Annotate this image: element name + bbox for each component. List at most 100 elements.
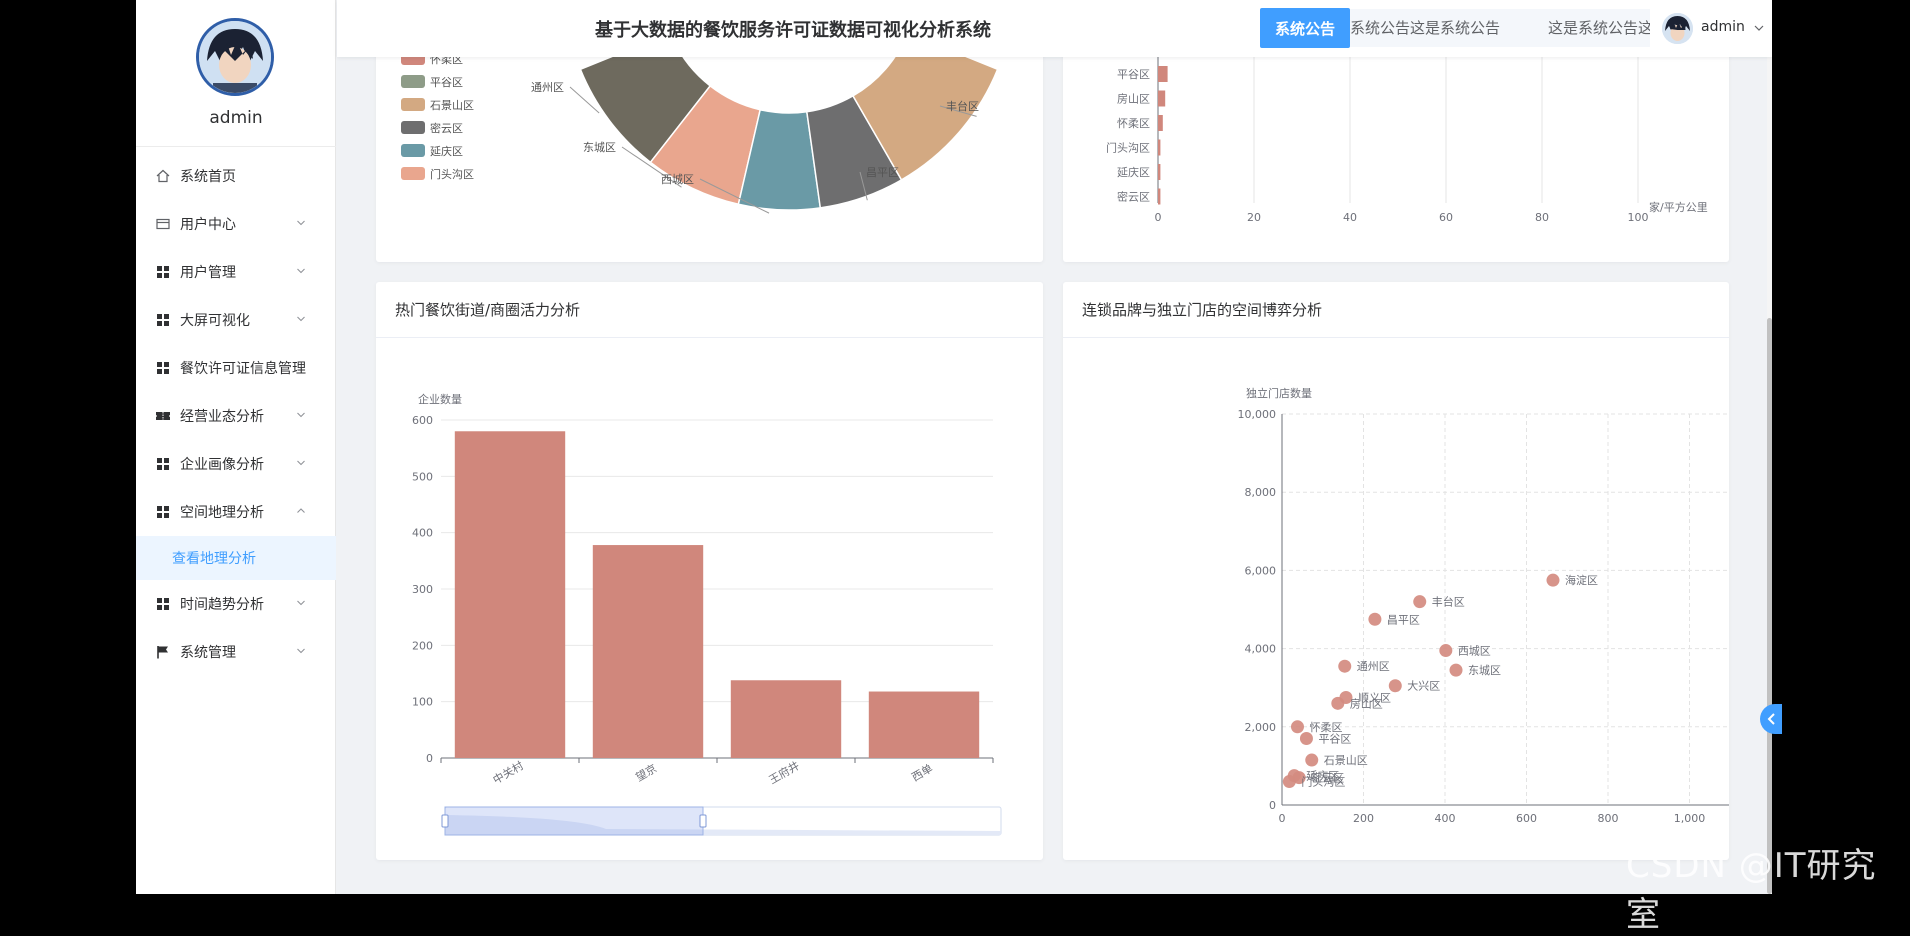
legend-swatch (401, 75, 425, 88)
y-tick-label: 2,000 (1245, 721, 1277, 734)
side-collapse-tab[interactable] (1760, 704, 1782, 734)
grid-icon (154, 455, 172, 473)
sidebar-item-time-trend[interactable]: 时间趋势分析 (136, 580, 336, 628)
user-avatar[interactable] (1662, 13, 1693, 44)
user-name[interactable]: admin (1701, 19, 1745, 35)
y-tick-label: 6,000 (1245, 564, 1277, 577)
card-title: 连锁品牌与独立门店的空间博弈分析 (1063, 282, 1729, 338)
x-tick-label: 40 (1343, 211, 1357, 224)
density-bar-card: 0 20 40 60 80 100 平谷区 房山区 怀柔区 门头沟区 延庆区 密云区 家/平方公里 (1063, 40, 1729, 262)
x-tick-label: 100 (1628, 211, 1649, 224)
legend-label: 平谷区 (430, 76, 463, 89)
sidebar-item-system-management[interactable]: 系统管理 (136, 628, 336, 676)
bar (592, 545, 704, 758)
scatter-point (1290, 720, 1304, 734)
scatter-point (1449, 663, 1463, 677)
sidebar-item-label: 大屏可视化 (180, 313, 250, 329)
x-tick-label: 80 (1535, 211, 1549, 224)
datazoom-handle (441, 814, 449, 828)
point-label: 大兴区 (1407, 679, 1440, 693)
scatter-point (1439, 644, 1453, 658)
x-tick-label: 中关村 (490, 758, 526, 787)
sidebar-item-label: 空间地理分析 (180, 505, 264, 521)
sidebar-item-license-info[interactable]: 餐饮许可证信息管理 (136, 344, 336, 392)
y-tick-label: 500 (412, 470, 433, 483)
pie-label: 丰台区 (946, 99, 979, 113)
sidebar-item-user-center[interactable]: 用户中心 (136, 200, 336, 248)
sidebar-item-business-analysis[interactable]: 经营业态分析 (136, 392, 336, 440)
grid-icon (154, 263, 172, 281)
y-tick-label: 延庆区 (1117, 165, 1150, 179)
grid-icon (154, 359, 172, 377)
chevron-down-icon (297, 412, 305, 418)
y-tick-label: 密云区 (1117, 190, 1150, 204)
sidebar-item-label: 系统首页 (180, 169, 236, 185)
scatter-point (1413, 595, 1427, 609)
bar (1158, 90, 1166, 107)
sidebar-item-big-screen[interactable]: 大屏可视化 (136, 296, 336, 344)
notice-text: 这是系统公告这是系统公告 (1548, 19, 1650, 37)
y-tick-label: 200 (412, 639, 433, 652)
chevron-down-icon (297, 268, 305, 274)
scatter-point (1305, 753, 1319, 767)
scrollbar-thumb[interactable] (1767, 318, 1772, 894)
chevron-down-icon (297, 648, 305, 654)
point-label: 门头沟区 (1301, 775, 1345, 789)
x-tick-label: 1,000 (1674, 812, 1706, 825)
x-tick-label: 20 (1247, 211, 1261, 224)
legend-label: 石景山区 (430, 99, 474, 112)
avatar[interactable] (196, 18, 274, 96)
y-tick-label: 400 (412, 527, 433, 540)
sidebar: admin 系统首页 用户中心 用户管理 大屏可视化 餐饮许可证信息管理 经营业… (136, 0, 336, 894)
notice-text: 系统公告这是系统公告 (1350, 19, 1501, 37)
street-vitality-card: 热门餐饮街道/商圈活力分析 企业数量 0 100 200 300 400 500 600 中关村… (376, 282, 1043, 860)
notice-marquee: 系统公告这是系统公告 这是系统公告这是系统公告 (1350, 9, 1650, 47)
legend-swatch (401, 167, 425, 180)
y-tick-label: 10,000 (1238, 408, 1277, 421)
sidebar-item-label: 餐饮许可证信息管理 (180, 361, 306, 377)
chevron-up-icon (297, 508, 305, 513)
notice-button[interactable]: 系统公告 (1260, 8, 1350, 48)
y-tick-label: 平谷区 (1117, 68, 1150, 81)
app-window: admin 系统首页 用户中心 用户管理 大屏可视化 餐饮许可证信息管理 经营业… (136, 0, 1772, 894)
sidebar-item-user-management[interactable]: 用户管理 (136, 248, 336, 296)
bar (1158, 164, 1161, 180)
x-tick-label: 望京 (633, 761, 659, 784)
scatter-point (1331, 696, 1345, 710)
chevron-down-icon[interactable] (1753, 22, 1765, 34)
chevron-down-icon (297, 316, 305, 322)
flag-icon (154, 643, 172, 661)
y-axis-label: 独立门店数量 (1246, 386, 1312, 400)
x-tick-label: 0 (1279, 812, 1286, 825)
bar (730, 680, 842, 758)
pie-label: 通州区 (531, 81, 564, 94)
sidebar-item-spatial-analysis[interactable]: 空间地理分析 (136, 488, 336, 536)
x-tick-label: 400 (1435, 812, 1456, 825)
watermark: CSDN @IT研究室 (1626, 846, 1877, 935)
profile-name: admin (209, 108, 263, 128)
y-tick-label: 8,000 (1245, 486, 1277, 499)
scatter-point (1368, 612, 1382, 626)
grid-icon (154, 311, 172, 329)
district-pie-chart: 怀柔区平谷区石景山区密云区延庆区门头沟区通州区东城区西城区昌平区丰台区 (401, 40, 999, 214)
sidebar-item-enterprise-profile[interactable]: 企业画像分析 (136, 440, 336, 488)
point-label: 海淀区 (1565, 573, 1598, 587)
bar (454, 431, 566, 758)
sidebar-item-label: 用户管理 (180, 265, 236, 281)
point-label: 平谷区 (1318, 733, 1351, 746)
sidebar-item-home[interactable]: 系统首页 (136, 152, 336, 200)
chevron-left-icon (1767, 713, 1775, 725)
x-axis-unit: 家/平方公里 (1649, 200, 1708, 214)
scatter-point (1388, 679, 1402, 693)
pie-label: 东城区 (583, 141, 616, 154)
point-label: 丰台区 (1432, 595, 1465, 609)
y-axis-label: 企业数量 (418, 392, 462, 406)
y-tick-label: 房山区 (1117, 93, 1150, 106)
page-title: 基于大数据的餐饮服务许可证数据可视化分析系统 (595, 20, 991, 41)
sidebar-subitem-view-geo[interactable]: 查看地理分析 (136, 536, 336, 580)
bar (1158, 66, 1168, 82)
grid-icon (154, 503, 172, 521)
scatter-point (1299, 732, 1313, 746)
pie-label: 昌平区 (866, 166, 899, 179)
sidebar-item-label: 企业画像分析 (180, 457, 264, 473)
